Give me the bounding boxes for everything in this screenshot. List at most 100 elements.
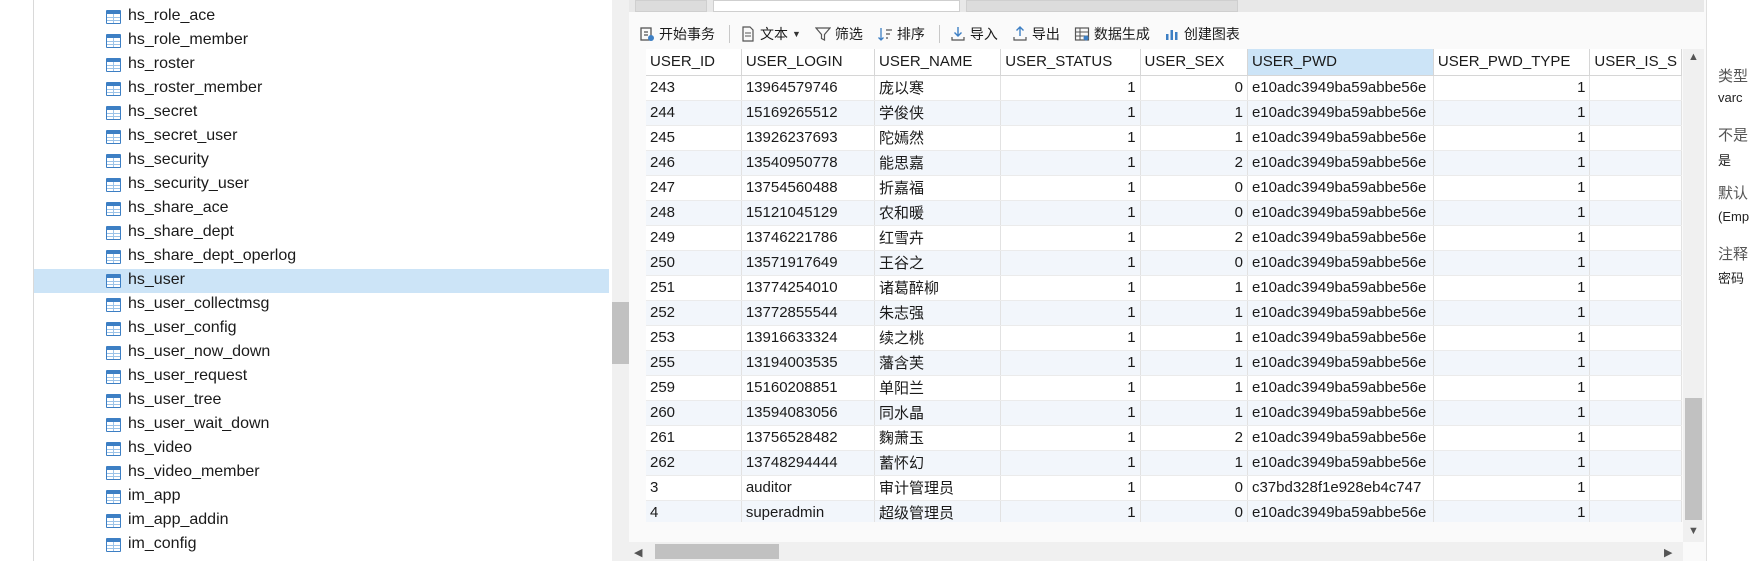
table-cell[interactable]: 诸葛醉柳: [874, 275, 1002, 301]
tab-strip[interactable]: [629, 0, 1704, 12]
column-header[interactable]: USER_LOGIN: [741, 49, 875, 76]
table-cell[interactable]: 1: [1000, 250, 1141, 276]
table-cell[interactable]: 1: [1000, 375, 1141, 401]
table-cell[interactable]: e10adc3949ba59abbe56e: [1247, 250, 1434, 276]
table-cell[interactable]: e10adc3949ba59abbe56e: [1247, 275, 1434, 301]
table-row[interactable]: 252 13772855544 朱志强 1 1 e10adc3949ba59abbe56e…: [646, 300, 1682, 326]
table-cell[interactable]: 1: [1000, 475, 1141, 501]
table-cell[interactable]: e10adc3949ba59abbe56e: [1247, 400, 1434, 426]
table-cell[interactable]: 244: [646, 100, 742, 126]
grid-vertical-scrollbar-thumb[interactable]: [1685, 398, 1702, 520]
table-cell[interactable]: c37bd328f1e928eb4c747: [1247, 475, 1434, 501]
table-cell[interactable]: 247: [646, 175, 742, 201]
table-cell[interactable]: 0: [1140, 200, 1248, 226]
table-cell[interactable]: 4: [646, 500, 742, 522]
tree-item[interactable]: hs_user_wait_down: [34, 413, 609, 437]
table-row[interactable]: 259 15160208851 单阳兰 1 1 e10adc3949ba59abbe56e…: [646, 375, 1682, 401]
table-row[interactable]: 255 13194003535 藩含芙 1 1 e10adc3949ba59abbe56e…: [646, 350, 1682, 376]
scroll-left-icon[interactable]: ◀: [634, 546, 642, 559]
table-cell[interactable]: 1: [1433, 275, 1591, 301]
table-row[interactable]: 243 13964579746 庞以寒 1 0 e10adc3949ba59abbe56e…: [646, 75, 1682, 101]
tree-item[interactable]: im_app_addin: [34, 509, 609, 533]
table-cell[interactable]: 251: [646, 275, 742, 301]
table-cell[interactable]: e10adc3949ba59abbe56e: [1247, 150, 1434, 176]
table-row[interactable]: 249 13746221786 红雪卉 1 2 e10adc3949ba59abbe56e…: [646, 225, 1682, 251]
column-header[interactable]: USER_IS_S: [1589, 49, 1682, 76]
table-cell[interactable]: 2: [1140, 150, 1248, 176]
table-cell[interactable]: 1: [1140, 350, 1248, 376]
table-cell[interactable]: 学俊侠: [874, 100, 1002, 126]
tree-item[interactable]: hs_security: [34, 149, 609, 173]
tab-stub[interactable]: [635, 0, 707, 12]
tree-item[interactable]: hs_share_dept: [34, 221, 609, 245]
table-cell[interactable]: 1: [1000, 225, 1141, 251]
tree-item[interactable]: hs_role_member: [34, 29, 609, 53]
table-cell[interactable]: [1589, 175, 1682, 201]
table-cell[interactable]: 13748294444: [741, 450, 875, 476]
table-cell[interactable]: [1589, 275, 1682, 301]
table-cell[interactable]: 农和暖: [874, 200, 1002, 226]
table-cell[interactable]: 1: [1433, 425, 1591, 451]
tree-item[interactable]: hs_user_collectmsg: [34, 293, 609, 317]
table-cell[interactable]: 261: [646, 425, 742, 451]
table-cell[interactable]: 1: [1433, 300, 1591, 326]
table-cell[interactable]: 13754560488: [741, 175, 875, 201]
text-button[interactable]: 文本 ▼: [740, 21, 801, 47]
tree-item[interactable]: hs_video: [34, 437, 609, 461]
table-row[interactable]: 247 13754560488 折嘉福 1 0 e10adc3949ba59abbe56e…: [646, 175, 1682, 201]
table-cell[interactable]: 13926237693: [741, 125, 875, 151]
table-cell[interactable]: 15169265512: [741, 100, 875, 126]
table-cell[interactable]: 1: [1433, 250, 1591, 276]
column-header[interactable]: USER_PWD: [1247, 49, 1434, 76]
tree-item[interactable]: im_config: [34, 533, 609, 557]
table-row[interactable]: 244 15169265512 学俊侠 1 1 e10adc3949ba59abbe56e…: [646, 100, 1682, 126]
table-cell[interactable]: 1: [1140, 400, 1248, 426]
table-cell[interactable]: 13774254010: [741, 275, 875, 301]
table-cell[interactable]: [1589, 500, 1682, 522]
table-cell[interactable]: e10adc3949ba59abbe56e: [1247, 225, 1434, 251]
tree-item[interactable]: hs_user_request: [34, 365, 609, 389]
table-cell[interactable]: [1589, 225, 1682, 251]
table-cell[interactable]: 1: [1000, 175, 1141, 201]
table-cell[interactable]: 13540950778: [741, 150, 875, 176]
table-cell[interactable]: 259: [646, 375, 742, 401]
table-cell[interactable]: 1: [1000, 450, 1141, 476]
table-cell[interactable]: e10adc3949ba59abbe56e: [1247, 500, 1434, 522]
table-cell[interactable]: 1: [1000, 500, 1141, 522]
tree-item[interactable]: hs_secret: [34, 101, 609, 125]
table-cell[interactable]: 审计管理员: [874, 475, 1002, 501]
filter-button[interactable]: 筛选: [814, 21, 863, 47]
table-cell[interactable]: 1: [1140, 450, 1248, 476]
table-row[interactable]: 3 auditor 审计管理员 1 0 c37bd328f1e928eb4c747 1: [646, 475, 1682, 501]
create-chart-button[interactable]: 创建图表: [1164, 21, 1240, 47]
table-cell[interactable]: 1: [1000, 325, 1141, 351]
table-row[interactable]: 262 13748294444 蓄怀幻 1 1 e10adc3949ba59abbe56e…: [646, 450, 1682, 476]
table-cell[interactable]: 1: [1140, 275, 1248, 301]
table-cell[interactable]: e10adc3949ba59abbe56e: [1247, 325, 1434, 351]
table-cell[interactable]: 1: [1433, 350, 1591, 376]
table-cell[interactable]: 1: [1433, 400, 1591, 426]
table-cell[interactable]: [1589, 200, 1682, 226]
tab-stub-active[interactable]: [713, 0, 960, 12]
tree-scrollbar[interactable]: [612, 0, 629, 561]
table-row[interactable]: 248 15121045129 农和暖 1 0 e10adc3949ba59abbe56e…: [646, 200, 1682, 226]
generate-data-button[interactable]: 数据生成: [1074, 21, 1150, 47]
table-cell[interactable]: e10adc3949ba59abbe56e: [1247, 75, 1434, 101]
table-cell[interactable]: 1: [1433, 225, 1591, 251]
tab-stub[interactable]: [966, 0, 1238, 12]
export-button[interactable]: 导出: [1012, 21, 1060, 47]
tree-item[interactable]: hs_user: [34, 269, 609, 293]
table-cell[interactable]: 1: [1000, 425, 1141, 451]
table-cell[interactable]: e10adc3949ba59abbe56e: [1247, 350, 1434, 376]
table-row[interactable]: 261 13756528482 麴萧玉 1 2 e10adc3949ba59abbe56e…: [646, 425, 1682, 451]
table-cell[interactable]: 能思嘉: [874, 150, 1002, 176]
table-cell[interactable]: 1: [1000, 125, 1141, 151]
table-cell[interactable]: 1: [1000, 75, 1141, 101]
table-row[interactable]: 246 13540950778 能思嘉 1 2 e10adc3949ba59abbe56e…: [646, 150, 1682, 176]
table-cell[interactable]: [1589, 250, 1682, 276]
table-cell[interactable]: 1: [1140, 100, 1248, 126]
table-cell[interactable]: [1589, 475, 1682, 501]
tree-item[interactable]: hs_roster_member: [34, 77, 609, 101]
table-cell[interactable]: 1: [1000, 100, 1141, 126]
table-cell[interactable]: 1: [1140, 375, 1248, 401]
